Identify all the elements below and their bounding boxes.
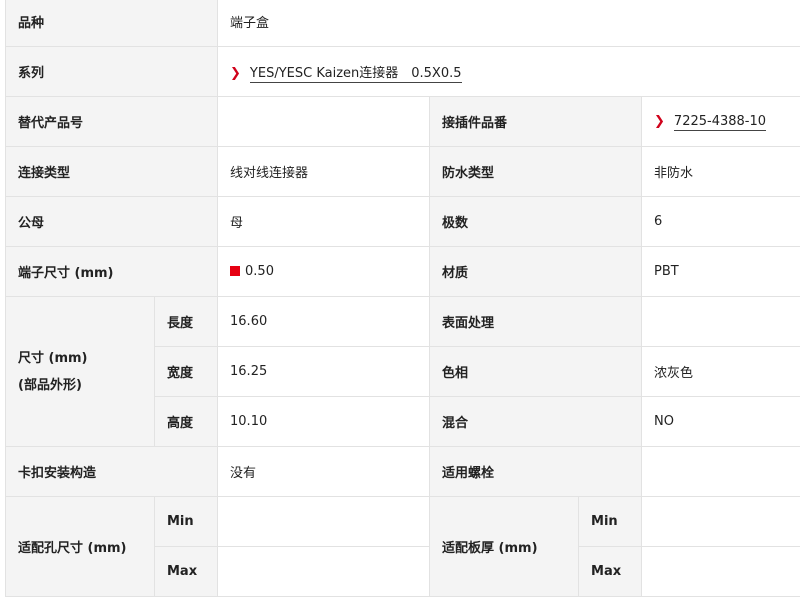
- mating-part-link[interactable]: 7225-4388-10: [674, 114, 766, 131]
- label-surface-treatment: 表面处理: [430, 297, 642, 347]
- label-alt-part: 替代产品号: [6, 97, 218, 147]
- label-length: 長度: [155, 297, 218, 347]
- value-color: 浓灰色: [642, 347, 800, 397]
- row-series: 系列 ❯ YES/YESC Kaizen连接器 0.5X0.5: [6, 47, 800, 97]
- value-waterproof-type: 非防水: [642, 147, 800, 197]
- label-waterproof-type: 防水类型: [430, 147, 642, 197]
- label-poles: 极数: [430, 197, 642, 247]
- label-panel-thickness: 适配板厚 (mm): [430, 497, 579, 597]
- label-applicable-bolt: 适用螺栓: [430, 447, 642, 497]
- label-gender: 公母: [6, 197, 218, 247]
- chevron-right-icon: ❯: [654, 114, 665, 129]
- series-link[interactable]: YES/YESC Kaizen连接器 0.5X0.5: [250, 66, 462, 83]
- label-connection-type: 连接类型: [6, 147, 218, 197]
- terminal-size-color-swatch: [230, 266, 240, 276]
- value-material: PBT: [642, 247, 800, 297]
- label-width: 宽度: [155, 347, 218, 397]
- value-panel-thickness-max: [642, 547, 800, 597]
- row-terminal-size: 端子尺寸 (mm) 0.50 材质 PBT: [6, 247, 800, 297]
- row-min: 适配孔尺寸 (mm) Min 适配板厚 (mm) Min: [6, 497, 800, 547]
- row-alt-part: 替代产品号 接插件品番 ❯ 7225-4388-10: [6, 97, 800, 147]
- label-color: 色相: [430, 347, 642, 397]
- label-height: 高度: [155, 397, 218, 447]
- label-dimensions: 尺寸 (mm) (部品外形): [6, 297, 155, 447]
- spec-table: 品种 端子盒 系列 ❯ YES/YESC Kaizen连接器 0.5X0.5 替代…: [5, 0, 800, 597]
- value-connection-type: 线对线连接器: [218, 147, 430, 197]
- dimensions-label-line1: 尺寸 (mm): [18, 345, 154, 372]
- row-variety: 品种 端子盒: [6, 0, 800, 47]
- value-hole-size-min: [218, 497, 430, 547]
- value-clip-mount: 没有: [218, 447, 430, 497]
- value-series: ❯ YES/YESC Kaizen连接器 0.5X0.5: [218, 47, 800, 97]
- label-panel-thickness-min: Min: [579, 497, 642, 547]
- value-hole-size-max: [218, 547, 430, 597]
- value-mating-part: ❯ 7225-4388-10: [642, 97, 800, 147]
- row-connection-type: 连接类型 线对线连接器 防水类型 非防水: [6, 147, 800, 197]
- chevron-right-icon: ❯: [230, 66, 241, 81]
- row-clip-mount: 卡扣安装构造 没有 适用螺栓: [6, 447, 800, 497]
- value-height: 10.10: [218, 397, 430, 447]
- terminal-size-text: 0.50: [245, 264, 274, 279]
- value-width: 16.25: [218, 347, 430, 397]
- label-material: 材质: [430, 247, 642, 297]
- value-gender: 母: [218, 197, 430, 247]
- label-hole-size-max: Max: [155, 547, 218, 597]
- row-dimension-length: 尺寸 (mm) (部品外形) 長度 16.60 表面处理: [6, 297, 800, 347]
- value-mixed: NO: [642, 397, 800, 447]
- value-terminal-size: 0.50: [218, 247, 430, 297]
- label-series: 系列: [6, 47, 218, 97]
- value-alt-part: [218, 97, 430, 147]
- label-hole-size: 适配孔尺寸 (mm): [6, 497, 155, 597]
- label-panel-thickness-max: Max: [579, 547, 642, 597]
- label-terminal-size: 端子尺寸 (mm): [6, 247, 218, 297]
- label-mating-part: 接插件品番: [430, 97, 642, 147]
- row-gender: 公母 母 极数 6: [6, 197, 800, 247]
- label-hole-size-min: Min: [155, 497, 218, 547]
- value-applicable-bolt: [642, 447, 800, 497]
- dimensions-label-line2: (部品外形): [18, 372, 154, 399]
- value-surface-treatment: [642, 297, 800, 347]
- label-variety: 品种: [6, 0, 218, 47]
- label-clip-mount: 卡扣安装构造: [6, 447, 218, 497]
- value-panel-thickness-min: [642, 497, 800, 547]
- value-length: 16.60: [218, 297, 430, 347]
- label-mixed: 混合: [430, 397, 642, 447]
- value-poles: 6: [642, 197, 800, 247]
- value-variety: 端子盒: [218, 0, 800, 47]
